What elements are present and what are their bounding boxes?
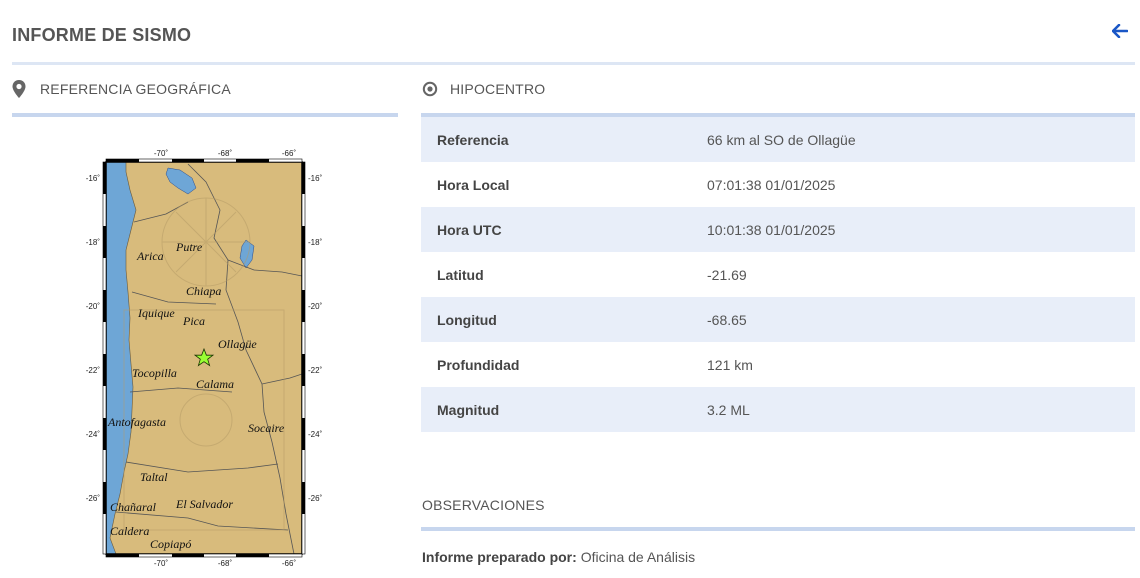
geo-section-header: REFERENCIA GEOGRÁFICA — [12, 80, 231, 98]
row-label: Hora UTC — [421, 207, 691, 252]
row-label: Longitud — [421, 297, 691, 342]
place-label: Socaire — [248, 421, 285, 435]
map-tick-left-6: -26˚ — [86, 494, 101, 503]
row-value: 121 km — [707, 356, 753, 373]
place-label: Pica — [182, 314, 205, 328]
map-tick-top-2: -68˚ — [218, 149, 233, 158]
hypocenter-section-title: HIPOCENTRO — [450, 81, 546, 97]
map-tick-right-6: -26˚ — [308, 494, 323, 503]
row-value: 10:01:38 01/01/2025 — [691, 207, 1135, 252]
map-tick-right-3: -20˚ — [308, 302, 323, 311]
map-tick-bottom-3: -66˚ — [282, 559, 297, 568]
map-tick-left-5: -24˚ — [86, 430, 101, 439]
geo-section-title: REFERENCIA GEOGRÁFICA — [40, 81, 231, 97]
row-value: 3.2 ML — [691, 387, 1135, 432]
place-label: Tocopilla — [132, 366, 177, 380]
row-value: -68.65 — [691, 297, 1135, 342]
map-tick-right-1: -16˚ — [308, 174, 323, 183]
place-label: Copiapó — [150, 537, 191, 551]
place-label: Chañaral — [110, 500, 157, 514]
map-tick-left-4: -22˚ — [86, 366, 101, 375]
row-label: Hora Local — [437, 176, 510, 193]
title-divider — [12, 62, 1135, 65]
row-value: 66 km al SO de Ollagüe — [691, 117, 1135, 162]
place-label: Iquique — [137, 306, 175, 320]
map-tick-bottom-1: -70˚ — [154, 559, 169, 568]
geo-section-divider — [12, 113, 398, 117]
observations-divider — [421, 527, 1135, 531]
place-label: Calama — [196, 377, 234, 391]
map-tick-left-1: -16˚ — [86, 174, 101, 183]
hypocenter-section-header: HIPOCENTRO — [422, 80, 545, 98]
table-row: Profundidad 121 km — [421, 342, 1135, 387]
prepared-by: Informe preparado por: Oficina de Anális… — [422, 549, 695, 565]
page-title: INFORME DE SISMO — [12, 25, 192, 45]
place-label: Chiapa — [186, 284, 221, 298]
row-label: Referencia — [421, 117, 691, 162]
map-tick-right-2: -18˚ — [308, 238, 323, 247]
table-row: Referencia 66 km al SO de Ollagüe — [421, 117, 1135, 162]
place-label: Caldera — [110, 524, 149, 538]
map-tick-top-1: -70˚ — [154, 149, 169, 158]
back-button[interactable] — [1110, 22, 1130, 40]
table-row: Hora Local 07:01:38 01/01/2025 — [421, 162, 1135, 207]
place-label: Putre — [175, 240, 203, 254]
row-value: -21.69 — [707, 266, 747, 283]
prepared-by-label: Informe preparado por: — [422, 549, 577, 565]
table-row: Latitud -21.69 — [421, 252, 1135, 297]
place-label: Antofagasta — [107, 415, 166, 429]
table-row: Longitud -68.65 — [421, 297, 1135, 342]
table-row: Magnitud 3.2 ML — [421, 387, 1135, 432]
map-tick-right-4: -22˚ — [308, 366, 323, 375]
map-tick-left-3: -20˚ — [86, 302, 101, 311]
place-label: Arica — [136, 249, 164, 263]
row-value: 07:01:38 01/01/2025 — [707, 176, 836, 193]
map-tick-right-5: -24˚ — [308, 430, 323, 439]
arrow-left-icon — [1112, 24, 1128, 38]
table-row: Hora UTC 10:01:38 01/01/2025 — [421, 207, 1135, 252]
observations-title: OBSERVACIONES — [422, 497, 545, 513]
map-tick-left-2: -18˚ — [86, 238, 101, 247]
prepared-by-value: Oficina de Análisis — [580, 549, 696, 565]
map-tick-top-3: -66˚ — [282, 149, 297, 158]
place-label: El Salvador — [175, 497, 233, 511]
row-label: Magnitud — [421, 387, 691, 432]
place-label: Ollagüe — [218, 337, 257, 351]
place-label: Taltal — [140, 470, 168, 484]
target-icon — [422, 80, 438, 98]
map-marker-icon — [12, 80, 28, 98]
row-label: Latitud — [437, 266, 484, 283]
row-label: Profundidad — [437, 356, 520, 373]
epicenter-map: -70˚ -68˚ -66˚ -70˚ -68˚ -66˚ -16˚ -18˚ … — [68, 142, 348, 578]
map-tick-bottom-2: -68˚ — [218, 559, 233, 568]
hypocenter-table: Referencia 66 km al SO de Ollagüe Hora L… — [421, 117, 1135, 432]
